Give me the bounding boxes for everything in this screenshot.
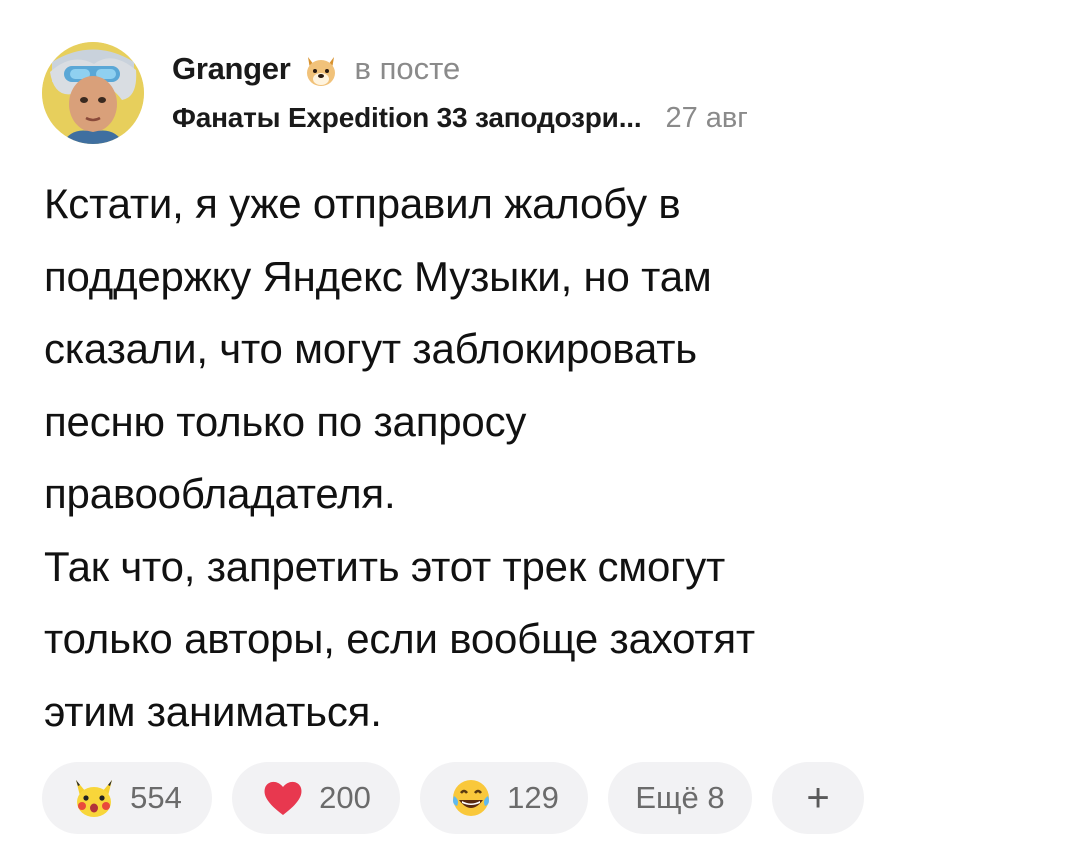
pikachu-emoji-icon	[72, 776, 116, 820]
doge-badge-icon	[301, 49, 341, 89]
avatar-image	[42, 42, 144, 144]
context-label: в посте	[354, 51, 461, 86]
reaction-count: 554	[130, 780, 182, 815]
comment-text: Кстати, я уже отправил жалобу в поддержк…	[44, 180, 755, 735]
reaction-count: 129	[507, 780, 559, 815]
meta-line-post: Фанаты Expedition 33 заподозри... 27 авг	[172, 92, 1032, 144]
heart-emoji-icon	[261, 776, 305, 820]
reaction-count: 200	[319, 780, 371, 815]
reaction-heart-button[interactable]: 200	[232, 762, 400, 834]
author-name[interactable]: Granger	[172, 51, 291, 87]
comment-card: Granger в посте Фанаты Expedition 33 зап…	[0, 0, 1080, 867]
laughing-tears-emoji-icon	[449, 776, 493, 820]
reactions-bar: 554 200 129 Ещё 8 +	[42, 761, 884, 835]
reaction-pikachu-button[interactable]: 554	[42, 762, 212, 834]
comment-meta: Granger в посте Фанаты Expedition 33 зап…	[172, 46, 1032, 144]
reaction-laughing-button[interactable]: 129	[420, 762, 588, 834]
post-title-link[interactable]: Фанаты Expedition 33 заподозри...	[172, 102, 641, 134]
comment-date: 27 авг	[665, 101, 748, 134]
more-reactions-button[interactable]: Ещё 8	[608, 762, 752, 834]
avatar[interactable]	[42, 42, 144, 144]
meta-line-author: Granger в посте	[172, 46, 1032, 92]
comment-header: Granger в посте Фанаты Expedition 33 зап…	[42, 38, 1042, 148]
add-reaction-button[interactable]: +	[772, 762, 864, 834]
